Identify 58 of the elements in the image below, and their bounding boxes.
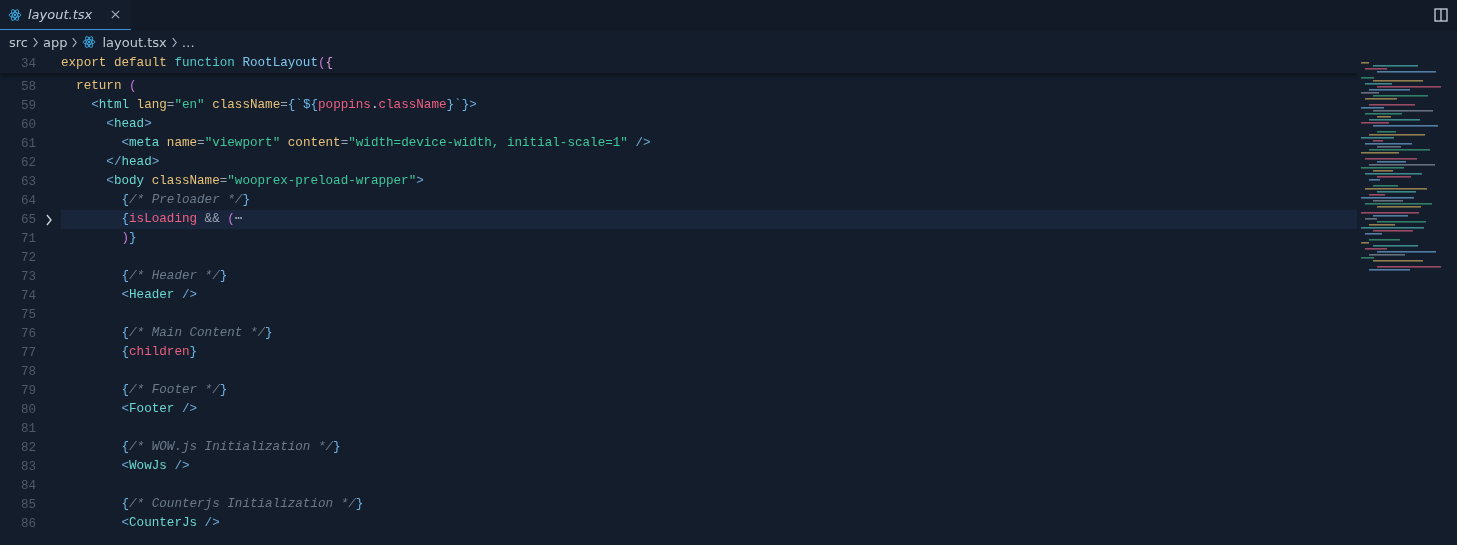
line-number: 64 [19,193,36,208]
line-number: 72 [19,250,36,265]
line-number: 58 [19,79,36,94]
code-line: <CounterJs /> [120,515,221,532]
line-number: 62 [19,155,36,170]
tab-title: layout.tsx [28,7,93,22]
line-number: 78 [19,364,36,379]
line-number: 74 [19,288,36,303]
line-number: 86 [19,516,36,531]
chevron-right-icon [170,36,178,48]
atom-icon [8,7,22,22]
line-number: 80 [19,402,36,417]
breadcrumb-item[interactable]: app [43,34,68,50]
line-number: 77 [19,345,36,360]
code-line: <head> [105,116,153,133]
code-line: {children} [120,344,199,361]
code-line: {/* WOW.js Initialization */} [120,439,342,456]
code-line: {/* Counterjs Initialization */} [120,496,365,513]
code-line: )} [120,230,138,247]
code-line: <body className="wooprex-preload-wrapper"> [105,173,425,190]
code-line: <meta name="viewport" content="width=device-width, initial-scale=1" /> [120,135,652,152]
breadcrumb-item[interactable]: layout.tsx [82,34,167,50]
line-number: 85 [19,497,36,512]
code-line: <WowJs /> [120,458,191,475]
close-icon[interactable] [110,9,122,20]
code-line: </head> [105,154,161,171]
line-number: 76 [19,326,36,341]
line-number: 60 [19,117,36,132]
chevron-right-icon [32,36,39,48]
line-number: 81 [19,421,36,436]
chevron-right-icon [71,36,79,48]
code-line: {/* Preloader */} [120,192,251,209]
line-number: 82 [19,440,36,455]
breadcrumb-item[interactable]: src [9,34,28,50]
code-line: {/* Main Content */} [120,325,274,342]
code-line: <Footer /> [120,401,199,418]
code-line: {/* Header */} [120,268,229,285]
line-number: 73 [19,269,36,284]
line-number: 75 [19,307,36,322]
line-number: 63 [19,174,36,189]
code-line: {/* Footer */} [120,382,229,399]
line-number: 65 [19,212,36,227]
split-editor-icon[interactable] [1434,8,1448,22]
line-number: 59 [19,98,36,113]
line-number: 71 [19,231,36,246]
line-number: 83 [19,459,36,474]
code-line: return ( [75,78,138,95]
line-number: 84 [19,478,36,493]
code-line: <html lang="en" className={`${poppins.className}`}> [90,97,478,114]
chevron-right-icon[interactable] [44,213,53,226]
editor-tab[interactable]: layout.tsx [0,0,132,30]
line-number: 34 [19,56,36,71]
code-line: <Header /> [120,287,199,304]
code-line: export default function RootLayout({ [61,55,335,72]
breadcrumb-item[interactable]: … [181,34,195,50]
line-number: 61 [19,136,36,151]
atom-icon [82,35,97,49]
line-number: 79 [19,383,36,398]
